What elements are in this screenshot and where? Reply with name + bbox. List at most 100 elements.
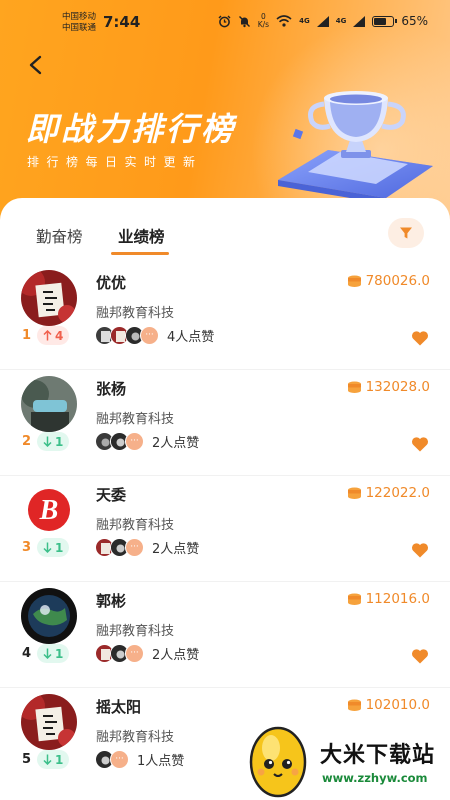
header-banner: 中国移动 中国联通 7:44 0 K/s 4G 4G 65% 即战力排行榜 排行…	[0, 0, 450, 230]
score-value: 132028.0	[365, 379, 430, 395]
alarm-icon	[218, 15, 231, 27]
active-tab-indicator	[111, 252, 169, 255]
rank-number: 4	[22, 646, 32, 661]
heart-icon	[412, 543, 428, 558]
carrier-labels: 中国移动 中国联通	[62, 12, 96, 34]
avatar-image: B	[21, 482, 77, 538]
rank-info: 1 4	[22, 326, 70, 345]
arrow-down-icon	[43, 542, 52, 553]
rank-number: 5	[22, 752, 32, 767]
coin-stack-icon	[347, 487, 361, 499]
heart-icon	[412, 437, 428, 452]
avatar-image	[21, 270, 77, 326]
company-name: 融邦教育科技	[96, 730, 175, 745]
like-button[interactable]	[411, 330, 429, 346]
rank-trend-badge: 1	[37, 644, 70, 663]
likers[interactable]: ··· 2人点赞	[95, 644, 199, 663]
arrow-down-icon	[43, 436, 52, 447]
rank-change: 1	[55, 434, 64, 449]
avatar[interactable]	[21, 376, 77, 432]
score-value: 122022.0	[365, 485, 430, 501]
rank-number: 3	[22, 540, 32, 555]
score: 132028.0	[347, 379, 430, 395]
like-count: 4人点赞	[167, 330, 215, 345]
svg-text:B: B	[39, 495, 59, 526]
like-button[interactable]	[411, 648, 429, 664]
avatar[interactable]: B	[21, 482, 77, 538]
chevron-left-icon	[29, 55, 42, 75]
mascot-logo	[249, 726, 307, 798]
like-count: 2人点赞	[152, 648, 200, 663]
rank-info: 4 1	[22, 644, 70, 663]
network-type-2: 4G	[335, 17, 347, 25]
trophy-illustration	[278, 91, 433, 200]
tab-performance[interactable]: 业绩榜	[118, 225, 165, 247]
list-item[interactable]: B 天委 122022.0 融邦教育科技 3 1 ··· 2人点赞	[0, 476, 450, 582]
page-subtitle: 排行榜每日实时更新	[27, 155, 203, 169]
rank-info: 5 1	[22, 750, 70, 769]
list-item[interactable]: 郭彬 112016.0 融邦教育科技 4 1 ··· 2人点赞	[0, 582, 450, 688]
rank-info: 2 1	[22, 432, 70, 451]
like-button[interactable]	[411, 542, 429, 558]
filter-button[interactable]	[388, 218, 424, 248]
coin-stack-icon	[347, 275, 361, 287]
likers[interactable]: ··· 4人点赞	[95, 326, 214, 345]
likers[interactable]: ··· 2人点赞	[95, 538, 199, 557]
rank-number: 1	[22, 328, 32, 343]
avatar[interactable]	[21, 588, 77, 644]
rank-trend-badge: 4	[37, 326, 70, 345]
more-likers-icon: ···	[140, 326, 159, 345]
battery-percent: 65%	[401, 14, 428, 28]
score: 780026.0	[347, 273, 430, 289]
rank-trend-badge: 1	[37, 750, 70, 769]
status-time: 7:44	[103, 13, 141, 31]
back-button[interactable]	[22, 50, 50, 80]
likers[interactable]: ··· 2人点赞	[95, 432, 199, 451]
mute-bell-icon	[238, 15, 250, 27]
network-speed: 0 K/s	[257, 12, 270, 29]
rank-number: 2	[22, 434, 32, 449]
score-value: 102010.0	[365, 697, 430, 713]
user-name: 优优	[96, 274, 127, 292]
signal-1-icon	[316, 15, 329, 27]
watermark-text: 大米下载站	[320, 743, 436, 768]
arrow-down-icon	[43, 648, 52, 659]
rank-info: 3 1	[22, 538, 70, 557]
list-item[interactable]: 优优 780026.0 融邦教育科技 1 4 ··· 4人点赞	[0, 264, 450, 370]
coin-stack-icon	[347, 593, 361, 605]
more-likers-icon: ···	[125, 538, 144, 557]
avatar-image	[21, 694, 77, 750]
score: 122022.0	[347, 485, 430, 501]
score: 102010.0	[347, 697, 430, 713]
arrow-down-icon	[43, 754, 52, 765]
company-name: 融邦教育科技	[96, 412, 175, 427]
company-name: 融邦教育科技	[96, 306, 175, 321]
rank-change: 1	[55, 752, 64, 767]
more-likers-icon: ···	[110, 750, 129, 769]
avatar-image	[21, 376, 77, 432]
carrier-2: 中国联通	[62, 23, 97, 33]
avatar[interactable]	[21, 270, 77, 326]
avatar-image	[21, 588, 77, 644]
more-likers-icon: ···	[125, 644, 144, 663]
watermark-url: www.zzhyw.com	[322, 771, 428, 785]
like-button[interactable]	[411, 436, 429, 452]
tab-diligence[interactable]: 勤奋榜	[36, 225, 83, 247]
rank-change: 4	[55, 328, 64, 343]
score: 112016.0	[347, 591, 430, 607]
rank-trend-badge: 1	[37, 432, 70, 451]
network-type-1: 4G	[299, 17, 310, 25]
avatar[interactable]	[21, 694, 77, 750]
like-count: 2人点赞	[152, 542, 200, 557]
user-name: 张杨	[96, 380, 127, 398]
coin-stack-icon	[347, 381, 361, 393]
rank-change: 1	[55, 540, 64, 555]
likers[interactable]: ··· 1人点赞	[95, 750, 184, 769]
rank-change: 1	[55, 646, 64, 661]
list-item[interactable]: 张杨 132028.0 融邦教育科技 2 1 ··· 2人点赞	[0, 370, 450, 476]
wifi-icon	[276, 15, 292, 27]
filter-funnel-icon	[400, 227, 412, 239]
heart-icon	[412, 649, 428, 664]
page-title: 即战力排行榜	[26, 110, 237, 148]
rank-trend-badge: 1	[37, 538, 70, 557]
